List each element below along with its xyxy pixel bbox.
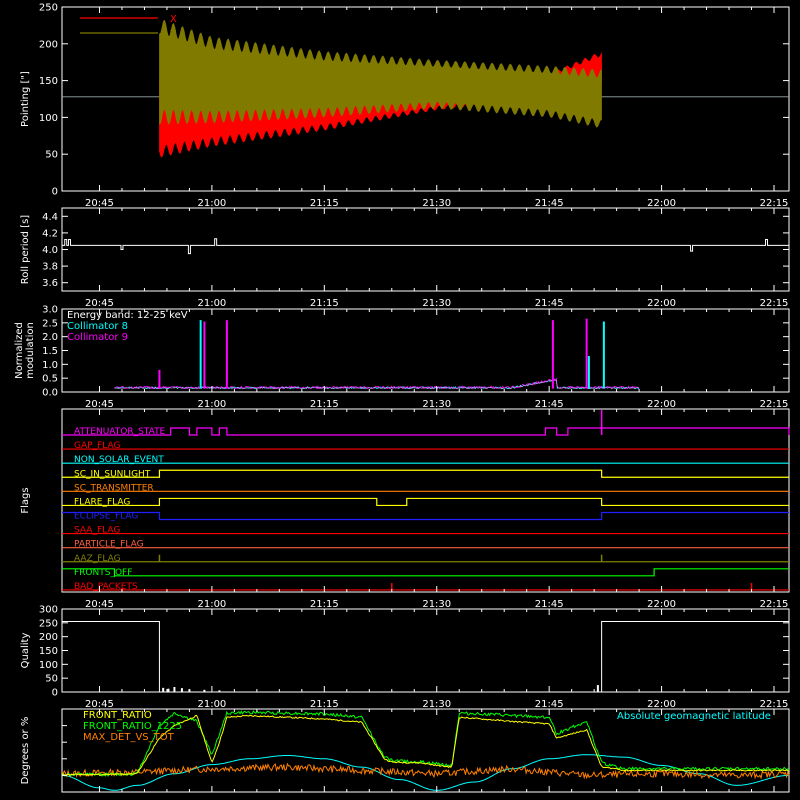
quality-ytick-label: 300 [39,605,58,616]
quality-xtick-label: 21:30 [422,699,451,710]
quality-xtick-label: 22:00 [647,699,676,710]
quality-ytick-label: 50 [45,674,58,685]
roll-xtick-label: 21:00 [197,298,226,309]
modulation-ytick-label: 3.0 [42,305,58,316]
front-series-max-det-vs-tot [61,762,790,780]
modulation-xtick-label: 22:00 [647,399,676,410]
flags-xtick-label: 21:45 [535,599,564,610]
flag-line-fronts-off [62,568,789,577]
flags-panel: FlagsATTENUATOR_STATEGAP_FLAGNON_SOLAR_E… [20,408,790,610]
modulation-ytick-label: 0.0 [42,388,58,399]
pointing-panel: Pointing ["] 0 50 100 150 200 250 XY 20:45 21:00 2… [20,3,790,209]
roll-frame [61,207,790,292]
front-legend-label: FRONT_RATIO_1225 [83,721,182,732]
roll-ytick-label: 3.6 [42,278,58,289]
front-legend-label: MAX_DET_VS_TOT [83,732,175,743]
pointing-xtick-label: 21:30 [422,198,451,209]
modulation-ytick-label: 0.5 [42,374,58,385]
roll-series [62,238,789,255]
pointing-ylabel: Pointing ["] [20,71,31,127]
roll-xtick-label: 22:00 [647,298,676,309]
flags-ylabel: Flags [20,487,31,513]
quality-series [62,620,789,693]
pointing-ytick-label: 150 [39,76,58,87]
pointing-legend-label: X [170,14,177,25]
pointing-ytick-label: 0 [52,187,58,198]
modulation-panel: Normalized modulation 0.0 0.5 1.0 1.5 2.0 2.5 3.… [14,305,790,410]
quality-xtick-label: 21:15 [310,699,339,710]
pointing-legend-label: Y [169,29,177,40]
flags-xtick-label: 20:45 [85,599,114,610]
modulation-legend-label: Energy band: 12-25 keV [67,310,188,321]
modulation-xtick-label: 20:45 [85,399,114,410]
flag-line-flare-flag [62,497,789,507]
pointing-xtick-label: 21:00 [197,198,226,209]
quality-ytick-label: 150 [39,646,58,657]
modulation-xtick-label: 21:15 [310,399,339,410]
chart-figure: Pointing ["] 0 50 100 150 200 250 XY 20:45 21:00 2… [14,3,790,793]
roll-ytick-label: 3.8 [42,262,58,273]
modulation-xtick-label: 21:00 [197,399,226,410]
flags-frame [61,408,790,593]
quality-panel: Quality 0 50 100 150 200 250 300 20:45 21:00 21:15… [20,605,790,710]
modulation-legend-label: Collimator 8 [67,321,128,332]
roll-xtick-label: 21:30 [422,298,451,309]
front-legend-label: Absolute geomagnetic latitude [617,711,771,722]
modulation-ylabel: Normalized [14,322,25,379]
modulation-xtick-label: 21:30 [422,399,451,410]
flags-xtick-label: 22:00 [647,599,676,610]
modulation-xtick-label: 22:15 [760,399,789,410]
front-legend-label: FRONT_RATIO [83,710,152,721]
flag-line-sc-in-sunlight [62,469,789,478]
quality-xtick-label: 21:45 [535,699,564,710]
pointing-ytick-label: 250 [39,3,58,14]
quality-ytick-label: 200 [39,632,58,643]
pointing-xtick-label: 22:00 [647,198,676,209]
flag-line-eclipse-flag [62,511,789,521]
quality-xtick-label: 21:00 [197,699,226,710]
quality-ytick-label: 100 [39,660,58,671]
roll-panel: Roll period [s] 3.6 3.8 4.0 4.2 4.4 20:45 21:00… [20,207,790,309]
quality-ylabel: Quality [20,633,31,669]
modulation-ytick-label: 2.5 [42,318,58,329]
modulation-legend-label: Collimator 9 [67,332,128,343]
quality-ytick-label: 0 [52,688,58,699]
flags-xtick-label: 22:15 [760,599,789,610]
pointing-xtick-label: 21:15 [310,198,339,209]
roll-ytick-label: 4.2 [42,228,58,239]
flags-xtick-label: 21:00 [197,599,226,610]
modulation-xtick-label: 21:45 [535,399,564,410]
quality-xtick-label: 20:45 [85,699,114,710]
pointing-ytick-label: 50 [45,150,58,161]
flags-xtick-label: 21:15 [310,599,339,610]
pointing-xtick-label: 22:15 [760,198,789,209]
modulation-ytick-label: 1.5 [42,346,58,357]
roll-xtick-label: 21:45 [535,298,564,309]
roll-ytick-label: 4.4 [42,212,58,223]
roll-xtick-label: 22:15 [760,298,789,309]
front-panel: Degrees or % FRONT_RATIOFRONT_RATIO_1225M… [20,708,790,793]
modulation-frame [61,308,790,393]
roll-ytick-label: 4.0 [42,245,58,256]
modulation-ytick-label: 2.0 [42,332,58,343]
roll-ylabel: Roll period [s] [20,215,31,284]
modulation-ytick-label: 1.0 [42,360,58,371]
pointing-ytick-label: 200 [39,39,58,50]
flag-line-attenuator-state [62,427,790,436]
quality-ytick-label: 250 [39,618,58,629]
pointing-ytick-label: 100 [39,113,58,124]
pointing-xtick-label: 21:45 [535,198,564,209]
modulation-ylabel: modulation [25,322,36,379]
front-ylabel: Degrees or % [20,717,31,785]
quality-xtick-label: 22:15 [760,699,789,710]
flags-xtick-label: 21:30 [422,599,451,610]
roll-xtick-label: 20:45 [85,298,114,309]
pointing-xtick-label: 20:45 [85,198,114,209]
roll-xtick-label: 21:15 [310,298,339,309]
